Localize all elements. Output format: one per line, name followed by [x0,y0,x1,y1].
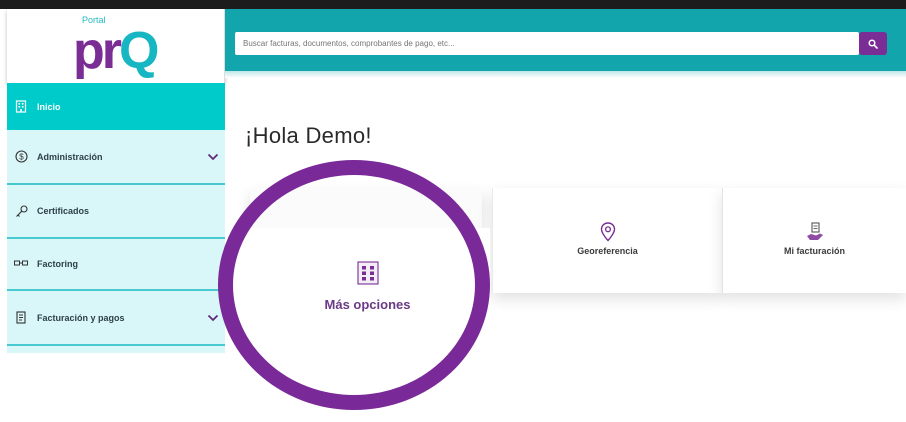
sidebar-item-certificados[interactable]: Certificados [7,185,225,239]
card-georeferencia[interactable]: Georeferencia [492,188,722,293]
factoring-icon [14,257,28,271]
card-mi-facturacion[interactable]: Mi facturación [722,188,906,293]
card-label: Mi facturación [783,246,845,256]
invoice-icon [14,311,28,325]
chevron-down-icon[interactable] [207,152,219,162]
card-label: Georeferencia [577,246,638,256]
key-icon [14,204,28,218]
building-icon [14,100,28,114]
search-input[interactable] [235,32,859,55]
billing-hand-icon [806,222,823,240]
sidebar-item-facturacion-y-pagos[interactable]: Facturación y pagos [7,291,225,346]
grid-options-icon [356,261,379,285]
card-placeholder [250,188,482,228]
page-title: ¡Hola Demo! [245,123,372,148]
sidebar-item-label: Certificados [37,206,90,216]
sidebar-item-administracion[interactable]: $ Administración [7,130,225,185]
dollar-circle-icon: $ [14,150,28,164]
chevron-down-icon[interactable] [207,313,219,323]
header-shadow [225,71,906,78]
logo[interactable]: Portal prQ [7,9,225,83]
search-icon [868,38,878,49]
sidebar-item-label: Administración [37,151,103,162]
sidebar-item-inicio[interactable]: Inicio [7,83,225,130]
sidebar: Inicio $ Administración Certificados Fac… [7,83,225,353]
sidebar-item-label: Factoring [37,259,79,269]
top-edge [0,0,906,9]
svg-text:$: $ [19,152,24,161]
sidebar-item-label: Facturación y pagos [37,312,125,323]
card-mas-opciones[interactable]: Más opciones [245,228,490,358]
location-pin-icon [600,222,615,242]
sidebar-item-label: Inicio [37,101,61,112]
card-label: Más opciones [324,297,411,312]
search-button[interactable] [859,32,887,55]
sidebar-item-factoring[interactable]: Factoring [7,239,225,291]
logo-wordmark: prQ [73,22,159,80]
